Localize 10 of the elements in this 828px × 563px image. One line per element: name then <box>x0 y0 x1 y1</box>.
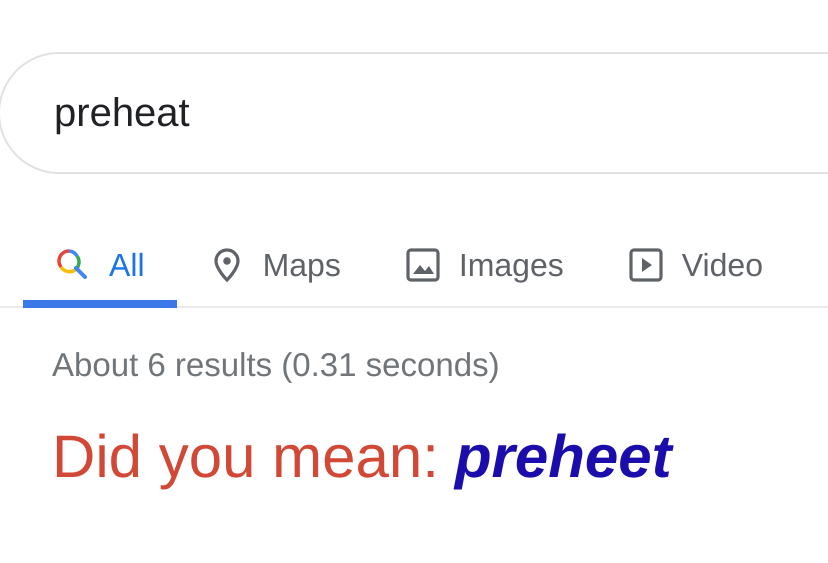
tab[interactable]: Images <box>372 236 596 308</box>
tab[interactable]: All <box>23 236 177 308</box>
tab[interactable]: Video <box>596 236 796 308</box>
search-field[interactable]: preheat <box>0 52 828 174</box>
spelling-prompt: Did you mean: <box>52 422 439 491</box>
tab[interactable]: Maps <box>176 236 373 308</box>
play-icon <box>628 247 664 283</box>
result-stats: About 6 results (0.31 seconds) <box>52 346 501 384</box>
suggestion-link[interactable]: preheet <box>454 422 672 491</box>
image-icon <box>404 247 441 283</box>
